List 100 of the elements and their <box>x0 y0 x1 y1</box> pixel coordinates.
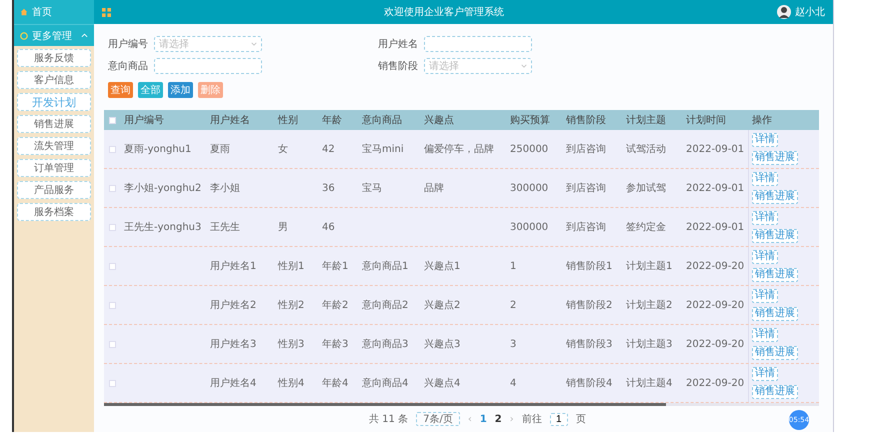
checkbox[interactable] <box>109 340 116 348</box>
sidebar-item[interactable]: 客户信息 <box>17 71 91 89</box>
table-cell-text: 女 <box>277 144 289 154</box>
column-header: 操作 <box>751 114 773 126</box>
table-cell-text: 4 <box>509 378 518 388</box>
sidebar-item[interactable]: 订单管理 <box>17 159 91 177</box>
column-header: 用户编号 <box>123 114 165 126</box>
menu-group-header[interactable]: 更多管理 <box>14 24 94 46</box>
sidebar-item[interactable]: 销售进展 <box>17 115 91 133</box>
progress-button[interactable]: 销售进展 <box>752 268 798 282</box>
table-cell-text: 2022-09-01 <box>685 182 746 194</box>
goto-field[interactable]: 1 <box>550 412 568 426</box>
column-header: 购买预算 <box>509 114 551 126</box>
table-cell-text: 李小姐-yonghu2 <box>123 182 202 194</box>
table-cell-text: 男 <box>277 222 289 232</box>
table-cell-text: 年龄2 <box>321 300 350 310</box>
input-field[interactable] <box>424 36 532 52</box>
page-size-select[interactable]: 7条/页 <box>416 412 460 426</box>
scrollbar[interactable] <box>104 403 819 406</box>
table-cell-text: 300000 <box>509 182 550 194</box>
column-header: 计划时间 <box>685 114 727 126</box>
all-button[interactable]: 全部 <box>138 82 163 98</box>
table-cell-text: 年龄3 <box>321 338 350 350</box>
details-button[interactable]: 详情 <box>752 211 778 225</box>
user-name: 赵小北 <box>795 6 825 19</box>
table-cell-text: 意向商品3 <box>361 338 410 350</box>
details-button[interactable]: 详情 <box>752 133 778 147</box>
checkbox[interactable] <box>109 146 116 152</box>
sidebar-item[interactable]: 开发计划 <box>17 93 91 111</box>
details-button[interactable]: 详情 <box>752 172 778 186</box>
checkbox[interactable] <box>109 302 116 308</box>
table-cell-text: 3 <box>509 338 518 350</box>
details-button[interactable]: 详情 <box>752 367 778 381</box>
sidebar-item[interactable]: 服务档案 <box>17 203 91 221</box>
home-link[interactable]: 首页 <box>14 0 94 24</box>
table-cell-text: 销售阶段4 <box>565 378 614 388</box>
table-cell-text: 王先生 <box>209 222 241 232</box>
page-number[interactable]: 1 <box>480 414 487 424</box>
field-label: 用户姓名 <box>378 38 419 51</box>
column-header: 性别 <box>276 114 299 126</box>
table-cell-text: 试驾活动 <box>625 144 667 154</box>
progress-button[interactable]: 销售进展 <box>752 190 798 204</box>
table-cell-text: 2022-09-20 <box>685 260 746 272</box>
column-header: 兴趣点 <box>423 114 455 126</box>
table-cell-text: 兴趣点4 <box>423 378 462 388</box>
select-field[interactable]: 请选择 <box>424 58 532 74</box>
input-field[interactable] <box>154 58 262 74</box>
column-header: 销售阶段 <box>565 114 607 126</box>
checkbox[interactable] <box>109 380 116 386</box>
table-cell-text: 计划主题3 <box>625 338 674 350</box>
details-button[interactable]: 详情 <box>752 328 778 342</box>
select-field[interactable]: 请选择 <box>154 36 262 52</box>
progress-button[interactable]: 销售进展 <box>752 346 798 360</box>
add-button[interactable]: 添加 <box>168 82 193 98</box>
search-button[interactable]: 查询 <box>108 82 133 98</box>
table-cell-text: 2022-09-20 <box>685 300 746 310</box>
field-label: 意向商品 <box>108 60 149 73</box>
avatar-icon[interactable] <box>777 5 791 19</box>
column-header: 计划主题 <box>625 114 667 126</box>
field-label: 用户编号 <box>108 38 149 51</box>
progress-button[interactable]: 销售进展 <box>752 385 798 399</box>
table-cell-text: 到店咨询 <box>565 144 607 154</box>
table-cell-text: 偏爱停车，品牌 <box>423 144 495 154</box>
checkbox[interactable] <box>109 262 116 270</box>
table-cell-text: 夏雨 <box>209 144 231 154</box>
prev-page[interactable]: ‹ <box>468 414 472 424</box>
checkbox[interactable] <box>109 116 116 124</box>
table-cell-text: 年龄4 <box>321 378 350 388</box>
table-cell-text: 用户姓名2 <box>209 300 258 310</box>
checkbox[interactable] <box>109 224 116 230</box>
table-cell-text: 计划主题2 <box>625 300 674 310</box>
sidebar-item[interactable]: 服务反馈 <box>17 49 91 67</box>
total-count: 共 11 条 <box>369 412 408 426</box>
progress-button[interactable]: 销售进展 <box>752 307 798 321</box>
table-cell-text: 年龄1 <box>321 260 350 272</box>
next-page[interactable]: › <box>510 414 514 424</box>
home-icon <box>20 8 28 16</box>
table-cell-text: 用户姓名3 <box>209 338 258 350</box>
table-cell-text: 性别2 <box>276 300 306 310</box>
table-cell-text: 300000 <box>509 222 550 232</box>
table-cell-text: 宝马 <box>361 182 383 194</box>
table-cell-text: 销售阶段2 <box>565 300 614 310</box>
table-cell-text: 2022-09-20 <box>685 378 746 388</box>
chevron-icon <box>251 42 257 46</box>
table-cell-text: 李小姐 <box>209 182 241 194</box>
column-header: 意向商品 <box>361 114 403 126</box>
progress-button[interactable]: 销售进展 <box>752 229 798 243</box>
table-cell-text: 1 <box>509 260 518 272</box>
sidebar-item[interactable]: 流失管理 <box>17 137 91 155</box>
column-header: 用户姓名 <box>209 114 251 126</box>
table-cell-text: 兴趣点1 <box>423 260 462 272</box>
delete-button[interactable]: 删除 <box>198 82 223 98</box>
details-button[interactable]: 详情 <box>752 250 778 264</box>
window-title: 欢迎使用企业客户管理系统 <box>383 6 505 19</box>
grid-icon[interactable] <box>102 8 111 16</box>
page-number[interactable]: 2 <box>494 414 502 424</box>
checkbox[interactable] <box>109 184 116 192</box>
sidebar-item[interactable]: 产品服务 <box>17 181 91 199</box>
progress-button[interactable]: 销售进展 <box>752 151 798 165</box>
details-button[interactable]: 详情 <box>752 289 778 303</box>
